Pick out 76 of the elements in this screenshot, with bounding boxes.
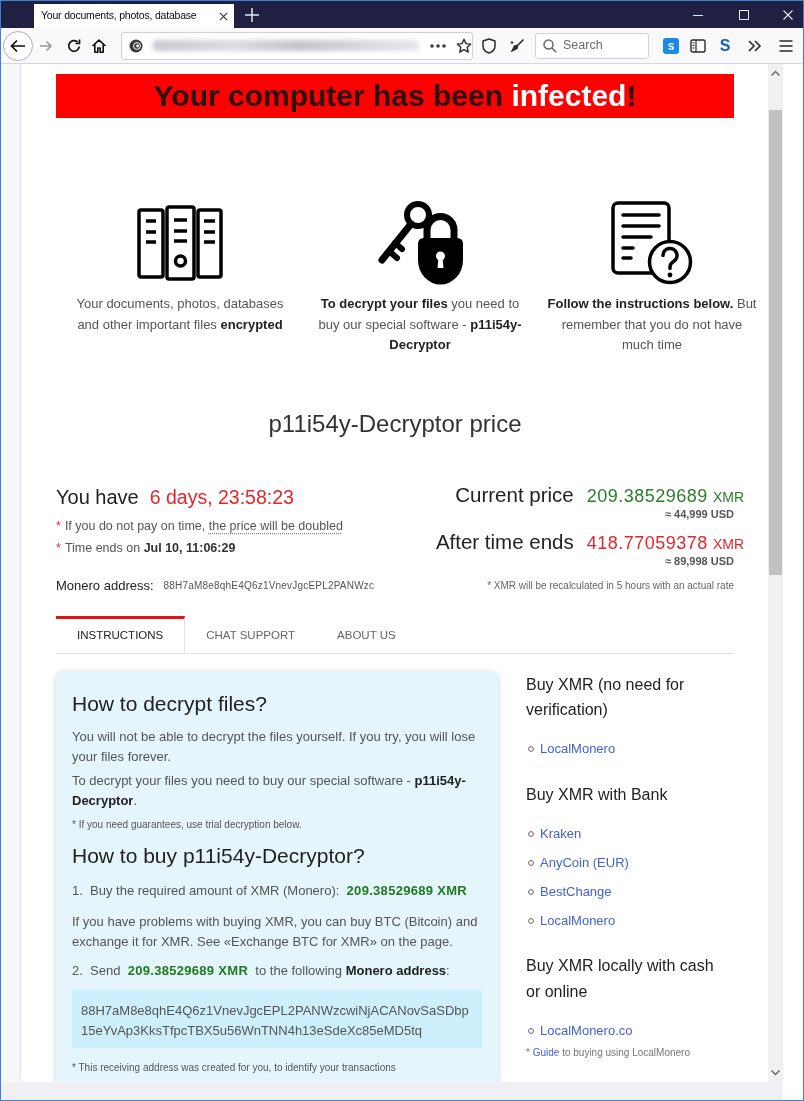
usd-equivalent: ≈ 44,999 USD [664, 506, 734, 521]
circle-bullet-icon [528, 859, 534, 866]
price-label: After time ends [435, 528, 574, 555]
scrollbar-thumb[interactable] [769, 110, 782, 575]
step-text: 2. Send 209.38529689 XMR to the following Monero address: [72, 961, 451, 980]
feature-text: Follow the instructions below. But remember that you do not have much time [547, 295, 757, 354]
exchange-link[interactable]: AnyCoin (EUR) [540, 852, 629, 873]
feature-text: To decrypt your files you need to buy our special software - p11i54y-Decryptor [317, 295, 523, 354]
circle-bullet-icon [528, 830, 534, 837]
footnote: * This receiving address was created for you, to identify your transactions [72, 1060, 397, 1075]
guide-link[interactable]: Guide [532, 1047, 560, 1058]
price-amount: 418.77059378 XMR [586, 531, 744, 555]
menu-icon[interactable] [778, 37, 794, 54]
exchange-link[interactable]: LocalMonero.co [540, 1020, 633, 1041]
countdown-timer: 6 days, 23:58:23 [149, 484, 294, 510]
footnote: * If you need guarantees, use trial decryption below. [72, 817, 303, 832]
price-note: * Time ends on Jul 10, 11:06:29 [56, 539, 237, 557]
search-field[interactable]: Search [535, 32, 649, 59]
search-icon[interactable] [543, 38, 557, 53]
circle-bullet-icon [528, 917, 534, 924]
feature-text: Your documents, photos, databases and other important files encrypted [75, 295, 285, 334]
sidebar-heading: Buy XMR locally with cash or online [526, 956, 715, 1002]
price-amount: 209.38529689 XMR [586, 484, 744, 508]
alert-headline: Your computer has been infected! [153, 78, 637, 114]
double-chevron-icon[interactable] [746, 37, 762, 54]
url-field[interactable] [121, 31, 473, 60]
sidebar-heading: Buy XMR (no need for verification) [526, 674, 686, 720]
countdown-label: You have [56, 484, 139, 510]
more-icon[interactable] [430, 43, 446, 48]
chevron-down-icon[interactable] [771, 1070, 780, 1076]
price-note: * If you do not pay on time, the price will be doubled [56, 517, 343, 535]
circle-bullet-icon [528, 1027, 534, 1034]
address-label: Monero address: [56, 576, 154, 595]
section-heading: How to decrypt files? [72, 690, 268, 717]
star-icon[interactable] [456, 37, 472, 54]
key-and-padlock-icon [376, 200, 464, 286]
plus-icon[interactable] [245, 7, 259, 22]
home-icon[interactable] [91, 37, 107, 54]
extension-button[interactable]: s [663, 37, 679, 54]
price-label: Current price [455, 481, 574, 508]
exchange-link[interactable]: LocalMonero [540, 739, 616, 759]
step-text: 1. Buy the required amount of XMR (Monero): 209.38529689 XMR [72, 881, 469, 900]
reload-icon[interactable] [66, 37, 82, 54]
instruction-text: To decrypt your files you need to buy our special software - p11i54y-Decryptor. [72, 771, 467, 810]
site-info-icon[interactable] [129, 38, 143, 53]
chevron-up-icon[interactable] [771, 70, 780, 76]
back-icon[interactable] [3, 30, 33, 61]
document-question-icon [611, 201, 693, 285]
circle-bullet-icon [528, 888, 534, 895]
instruction-text: If you have problems with buying XMR, you can buy BTC (Bitcoin) and exchange it for XMR. See «Exchange BTC for XMR» on the page. [72, 912, 479, 951]
exchange-link[interactable]: LocalMonero [540, 910, 616, 931]
tab[interactable]: ABOUT US [316, 615, 417, 653]
monero-address: 88H7aM8e8qhE4Q6z1VnevJgcEPL2PANWzc [163, 579, 375, 593]
wallet-address: 88H7aM8e8qhE4Q6z1VnevJgcEPL2PANWzcwiNjACANovSaSDbp15eYvAp3KksTfpcTBX5u56WnTNN4h13eSdeXc85eMD5tq [72, 989, 482, 1048]
rate-note: * XMR will be recalculated in 5 hours with an actual rate [487, 579, 734, 593]
broom-icon[interactable] [509, 37, 525, 54]
file-cabinets-icon [137, 205, 223, 281]
instruction-text: You will not be able to decrypt the files yourself. If you try, you will lose your files forever. [72, 727, 477, 766]
extension-button[interactable]: S [717, 37, 733, 54]
circle-bullet-icon [528, 746, 534, 752]
shield-icon[interactable] [481, 37, 497, 54]
section-heading: How to buy p11i54y-Decryptor? [72, 842, 366, 869]
price-title: p11i54y-Decryptor price [267, 408, 523, 439]
browser-tab[interactable]: Your documents, photos, database [34, 4, 234, 28]
scrollbar-track[interactable] [768, 64, 783, 1082]
tab[interactable]: CHAT SUPPORT [185, 615, 317, 653]
sidebar-heading: Buy XMR with Bank [526, 784, 669, 805]
sidebar-icon[interactable] [690, 37, 706, 54]
usd-equivalent: ≈ 89,998 USD [664, 553, 734, 568]
tab[interactable]: INSTRUCTIONS [56, 615, 186, 653]
exchange-link[interactable]: BestChange [540, 881, 612, 902]
search-input[interactable]: Search [563, 36, 643, 55]
exchange-link[interactable]: Kraken [540, 823, 582, 844]
maximize-icon[interactable] [739, 9, 749, 20]
guide-note: * Guide to buying using LocalMonero [526, 1046, 691, 1060]
close-icon[interactable] [219, 11, 228, 21]
